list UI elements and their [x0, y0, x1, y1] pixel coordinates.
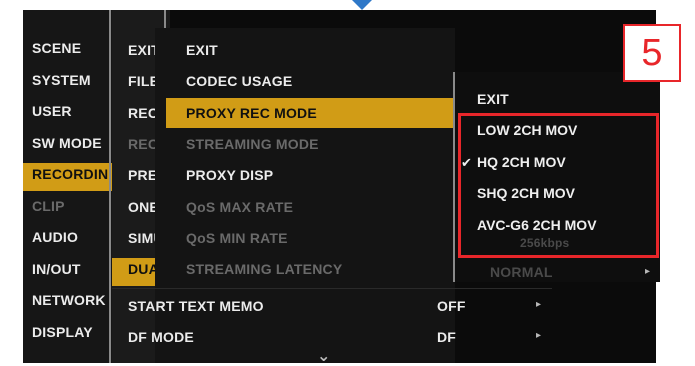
menu-level1-item[interactable]: NETWORK — [32, 292, 108, 308]
menu-divider — [109, 10, 111, 363]
row-separator — [112, 288, 552, 289]
menu-level3-item[interactable]: CODEC USAGE — [186, 73, 426, 89]
submenu-arrow-icon: ▸ — [536, 299, 542, 310]
menu-item-start-text-memo[interactable]: START TEXT MEMO — [128, 298, 264, 314]
menu-level1-item[interactable]: SYSTEM — [32, 72, 108, 88]
menu-level3-item[interactable]: QoS MAX RATE — [186, 199, 426, 215]
streaming-latency-value: NORMAL — [490, 264, 553, 280]
scroll-down-icon[interactable]: ⌄ — [317, 346, 330, 366]
submenu-arrow-icon: ▸ — [536, 330, 542, 341]
menu-level3-item[interactable]: QoS MIN RATE — [186, 230, 426, 246]
menu-level1-item[interactable]: RECORDING — [32, 166, 108, 182]
menu-level1-item[interactable]: SW MODE — [32, 135, 108, 151]
menu-level3-item[interactable]: PROXY DISP — [186, 167, 426, 183]
menu-level1-item[interactable]: SCENE — [32, 40, 108, 56]
menu-level3-item[interactable]: STREAMING MODE — [186, 136, 426, 152]
options-highlight-box — [458, 113, 659, 258]
menu-level3-item[interactable]: EXIT — [186, 42, 426, 58]
menu-level1-item[interactable]: IN/OUT — [32, 261, 108, 277]
menu-level1-item[interactable]: AUDIO — [32, 229, 108, 245]
pointer-arrow-icon — [352, 0, 372, 10]
menu-level3-item[interactable]: STREAMING LATENCY — [186, 261, 426, 277]
menu-level1-item[interactable]: DISPLAY — [32, 324, 108, 340]
menu-level1-item[interactable]: CLIP — [32, 198, 108, 214]
df-mode-value: DF — [437, 329, 457, 345]
menu-item-df-mode[interactable]: DF MODE — [128, 329, 194, 345]
submenu-arrow-icon: ▸ — [645, 266, 651, 277]
menu-level3-item[interactable]: PROXY REC MODE — [186, 105, 426, 121]
start-text-memo-value: OFF — [437, 298, 466, 314]
submenu-exit[interactable]: EXIT — [477, 91, 509, 107]
menu-level1-item[interactable]: USER — [32, 103, 108, 119]
step-number-badge: 5 — [623, 24, 681, 82]
